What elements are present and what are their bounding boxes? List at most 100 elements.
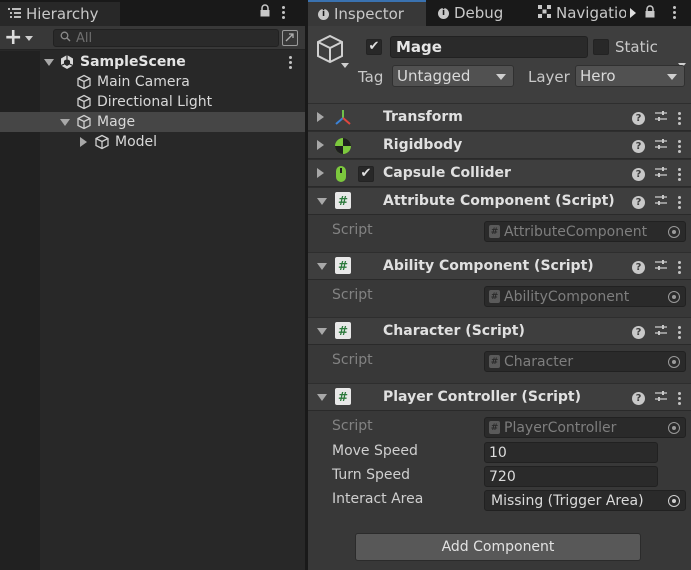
component-header-rigidbody[interactable]: Rigidbody ? bbox=[308, 131, 691, 159]
component-actions: ? bbox=[632, 324, 681, 340]
property-label: Interact Area bbox=[332, 491, 424, 507]
icon-dropdown-icon[interactable] bbox=[341, 63, 349, 68]
help-icon[interactable]: ? bbox=[632, 391, 645, 405]
component-header-ability-component[interactable]: # Ability Component (Script) ? bbox=[308, 252, 691, 280]
component-header-capsule-collider[interactable]: ✔ Capsule Collider ? bbox=[308, 159, 691, 187]
foldout-arrow-icon[interactable] bbox=[317, 112, 324, 122]
gameobject-cube-icon bbox=[94, 134, 110, 154]
layer-dropdown[interactable]: Hero bbox=[575, 65, 685, 87]
tag-dropdown[interactable]: Untagged bbox=[392, 65, 514, 87]
lock-icon[interactable] bbox=[259, 4, 271, 21]
tab-scroll-right-icon[interactable] bbox=[630, 8, 636, 18]
component-menu-icon[interactable] bbox=[677, 260, 681, 274]
component-header-player-controller[interactable]: # Player Controller (Script) ? bbox=[308, 383, 691, 411]
foldout-arrow-icon[interactable] bbox=[317, 328, 327, 335]
component-actions: ? bbox=[632, 390, 681, 406]
add-component-button[interactable]: Add Component bbox=[355, 533, 641, 561]
component-title: Player Controller (Script) bbox=[383, 389, 582, 405]
object-picker-icon[interactable] bbox=[668, 422, 680, 434]
tab-inspector[interactable]: i Inspector bbox=[308, 0, 426, 26]
foldout-arrow-icon[interactable] bbox=[317, 140, 324, 150]
component-header-transform[interactable]: Transform ? bbox=[308, 103, 691, 131]
component-header-character[interactable]: # Character (Script) ? bbox=[308, 317, 691, 345]
hierarchy-item-samplescene[interactable]: SampleScene bbox=[0, 52, 305, 72]
list-icon bbox=[8, 6, 21, 22]
navigation-icon bbox=[538, 4, 551, 22]
preset-sliders-icon[interactable] bbox=[655, 194, 667, 210]
collapse-arrow-icon[interactable] bbox=[80, 137, 87, 147]
search-input[interactable] bbox=[76, 30, 256, 46]
component-menu-icon[interactable] bbox=[677, 391, 681, 405]
hierarchy-tab-actions bbox=[259, 4, 285, 21]
help-icon[interactable]: ? bbox=[632, 195, 645, 209]
component-menu-icon[interactable] bbox=[677, 325, 681, 339]
active-checkbox[interactable]: ✔ bbox=[366, 39, 382, 55]
tab-hierarchy[interactable]: Hierarchy bbox=[0, 2, 120, 26]
hierarchy-item-directional-light[interactable]: Directional Light bbox=[0, 92, 305, 112]
preset-sliders-icon[interactable] bbox=[655, 166, 667, 182]
component-menu-icon[interactable] bbox=[677, 139, 681, 153]
hierarchy-item-mage[interactable]: Mage bbox=[0, 112, 305, 132]
script-icon: # bbox=[335, 388, 351, 405]
property-row-move-speed: Move Speed 10 bbox=[308, 440, 691, 464]
preset-sliders-icon[interactable] bbox=[655, 138, 667, 154]
component-menu-icon[interactable] bbox=[677, 111, 681, 125]
chevron-down-icon bbox=[667, 74, 677, 80]
property-label: Move Speed bbox=[332, 443, 418, 459]
property-row-script: Script # AttributeComponent bbox=[308, 219, 691, 243]
preset-sliders-icon[interactable] bbox=[655, 110, 667, 126]
script-file-icon: # bbox=[489, 225, 500, 238]
help-icon[interactable]: ? bbox=[632, 325, 645, 339]
preset-sliders-icon[interactable] bbox=[655, 259, 667, 275]
help-icon[interactable]: ? bbox=[632, 139, 645, 153]
object-picker-icon[interactable] bbox=[668, 356, 680, 368]
tab-debug[interactable]: i Debug bbox=[428, 0, 528, 26]
hierarchy-panel: Hierarchy + All SampleScene Main Camera … bbox=[0, 0, 305, 570]
component-actions: ? bbox=[632, 194, 681, 210]
component-title: Capsule Collider bbox=[383, 165, 511, 181]
object-picker-icon[interactable] bbox=[668, 495, 680, 507]
foldout-arrow-icon[interactable] bbox=[317, 263, 327, 270]
property-row-turn-speed: Turn Speed 720 bbox=[308, 464, 691, 488]
interact-area-object-field[interactable]: Missing (Trigger Area) bbox=[484, 490, 686, 511]
hierarchy-item-model[interactable]: Model bbox=[0, 132, 305, 152]
script-name: PlayerController bbox=[504, 419, 617, 436]
capsule-collider-icon bbox=[335, 165, 351, 182]
expand-arrow-icon[interactable] bbox=[44, 59, 54, 66]
create-button[interactable]: + bbox=[4, 27, 44, 49]
script-object-field: # Character bbox=[484, 351, 686, 372]
property-row-script: Script # PlayerController bbox=[308, 415, 691, 439]
inspector-menu-icon[interactable] bbox=[672, 6, 676, 19]
foldout-arrow-icon[interactable] bbox=[317, 168, 324, 178]
component-menu-icon[interactable] bbox=[677, 167, 681, 181]
tag-label: Tag bbox=[358, 68, 384, 86]
scene-menu-icon[interactable] bbox=[288, 56, 292, 69]
unity-editor: Hierarchy + All SampleScene Main Camera … bbox=[0, 0, 691, 570]
tab-navigation[interactable]: Navigatio bbox=[528, 0, 626, 26]
static-checkbox[interactable] bbox=[593, 39, 609, 55]
preset-sliders-icon[interactable] bbox=[655, 324, 667, 340]
component-actions: ? bbox=[632, 166, 681, 182]
object-picker-icon[interactable] bbox=[668, 226, 680, 238]
gameobject-name: Mage bbox=[396, 38, 442, 56]
turn-speed-input[interactable]: 720 bbox=[484, 466, 658, 487]
foldout-arrow-icon[interactable] bbox=[317, 394, 327, 401]
help-icon[interactable]: ? bbox=[632, 111, 645, 125]
move-speed-input[interactable]: 10 bbox=[484, 442, 658, 463]
component-menu-icon[interactable] bbox=[677, 195, 681, 209]
object-picker-icon[interactable] bbox=[668, 291, 680, 303]
hierarchy-item-main-camera[interactable]: Main Camera bbox=[0, 72, 305, 92]
component-header-attribute-component[interactable]: # Attribute Component (Script) ? bbox=[308, 187, 691, 215]
component-enabled-checkbox[interactable]: ✔ bbox=[358, 166, 374, 182]
hierarchy-menu-icon[interactable] bbox=[281, 6, 285, 19]
foldout-arrow-icon[interactable] bbox=[317, 198, 327, 205]
lock-icon[interactable] bbox=[644, 5, 656, 22]
preset-sliders-icon[interactable] bbox=[655, 390, 667, 406]
help-icon[interactable]: ? bbox=[632, 260, 645, 274]
expand-arrow-icon[interactable] bbox=[60, 119, 70, 126]
scene-visibility-icon[interactable] bbox=[282, 30, 298, 46]
component-actions: ? bbox=[632, 110, 681, 126]
help-icon[interactable]: ? bbox=[632, 167, 645, 181]
script-name: Character bbox=[504, 353, 574, 370]
gameobject-name-field[interactable]: Mage bbox=[390, 36, 588, 58]
